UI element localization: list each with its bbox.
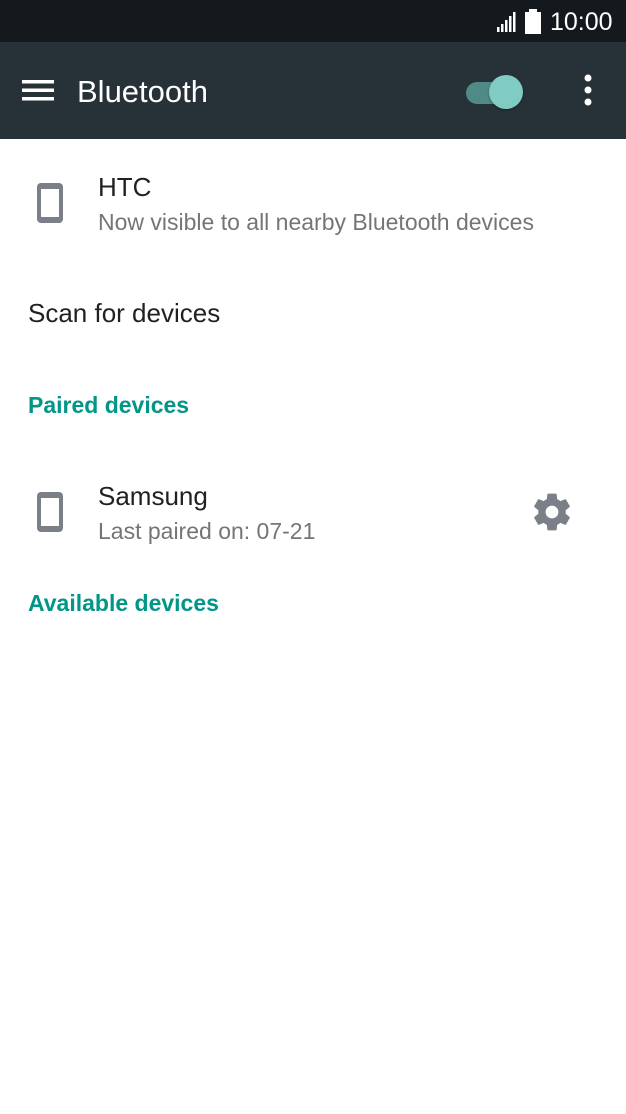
page-title: Bluetooth xyxy=(77,74,208,109)
available-devices-header-row: Available devices xyxy=(0,576,626,630)
status-time: 10:00 xyxy=(550,8,613,36)
hamburger-menu-icon[interactable] xyxy=(16,68,60,112)
this-device-name: HTC xyxy=(98,172,152,202)
battery-icon xyxy=(525,9,541,34)
paired-devices-header: Paired devices xyxy=(28,392,190,418)
bluetooth-toggle[interactable] xyxy=(462,72,524,112)
gear-icon[interactable] xyxy=(530,490,574,534)
paired-device-detail: Last paired on: 07-21 xyxy=(98,518,316,544)
more-vert-icon[interactable] xyxy=(566,68,610,112)
paired-devices-header-row: Paired devices xyxy=(0,378,626,432)
scan-for-devices-label: Scan for devices xyxy=(28,298,221,328)
this-device-status: Now visible to all nearby Bluetooth devi… xyxy=(98,209,534,235)
phone-icon xyxy=(37,492,63,532)
status-bar: 10:00 xyxy=(0,0,626,42)
toggle-thumb xyxy=(489,75,523,109)
phone-icon xyxy=(37,183,63,223)
signal-icon xyxy=(497,12,516,32)
paired-device-row[interactable]: Samsung Last paired on: 07-21 xyxy=(0,460,626,568)
scan-for-devices-row[interactable]: Scan for devices xyxy=(0,280,626,350)
app-bar: Bluetooth xyxy=(0,42,626,139)
paired-device-name: Samsung xyxy=(98,481,208,511)
this-device-row[interactable]: HTC Now visible to all nearby Bluetooth … xyxy=(0,139,626,259)
available-devices-header: Available devices xyxy=(28,590,219,616)
